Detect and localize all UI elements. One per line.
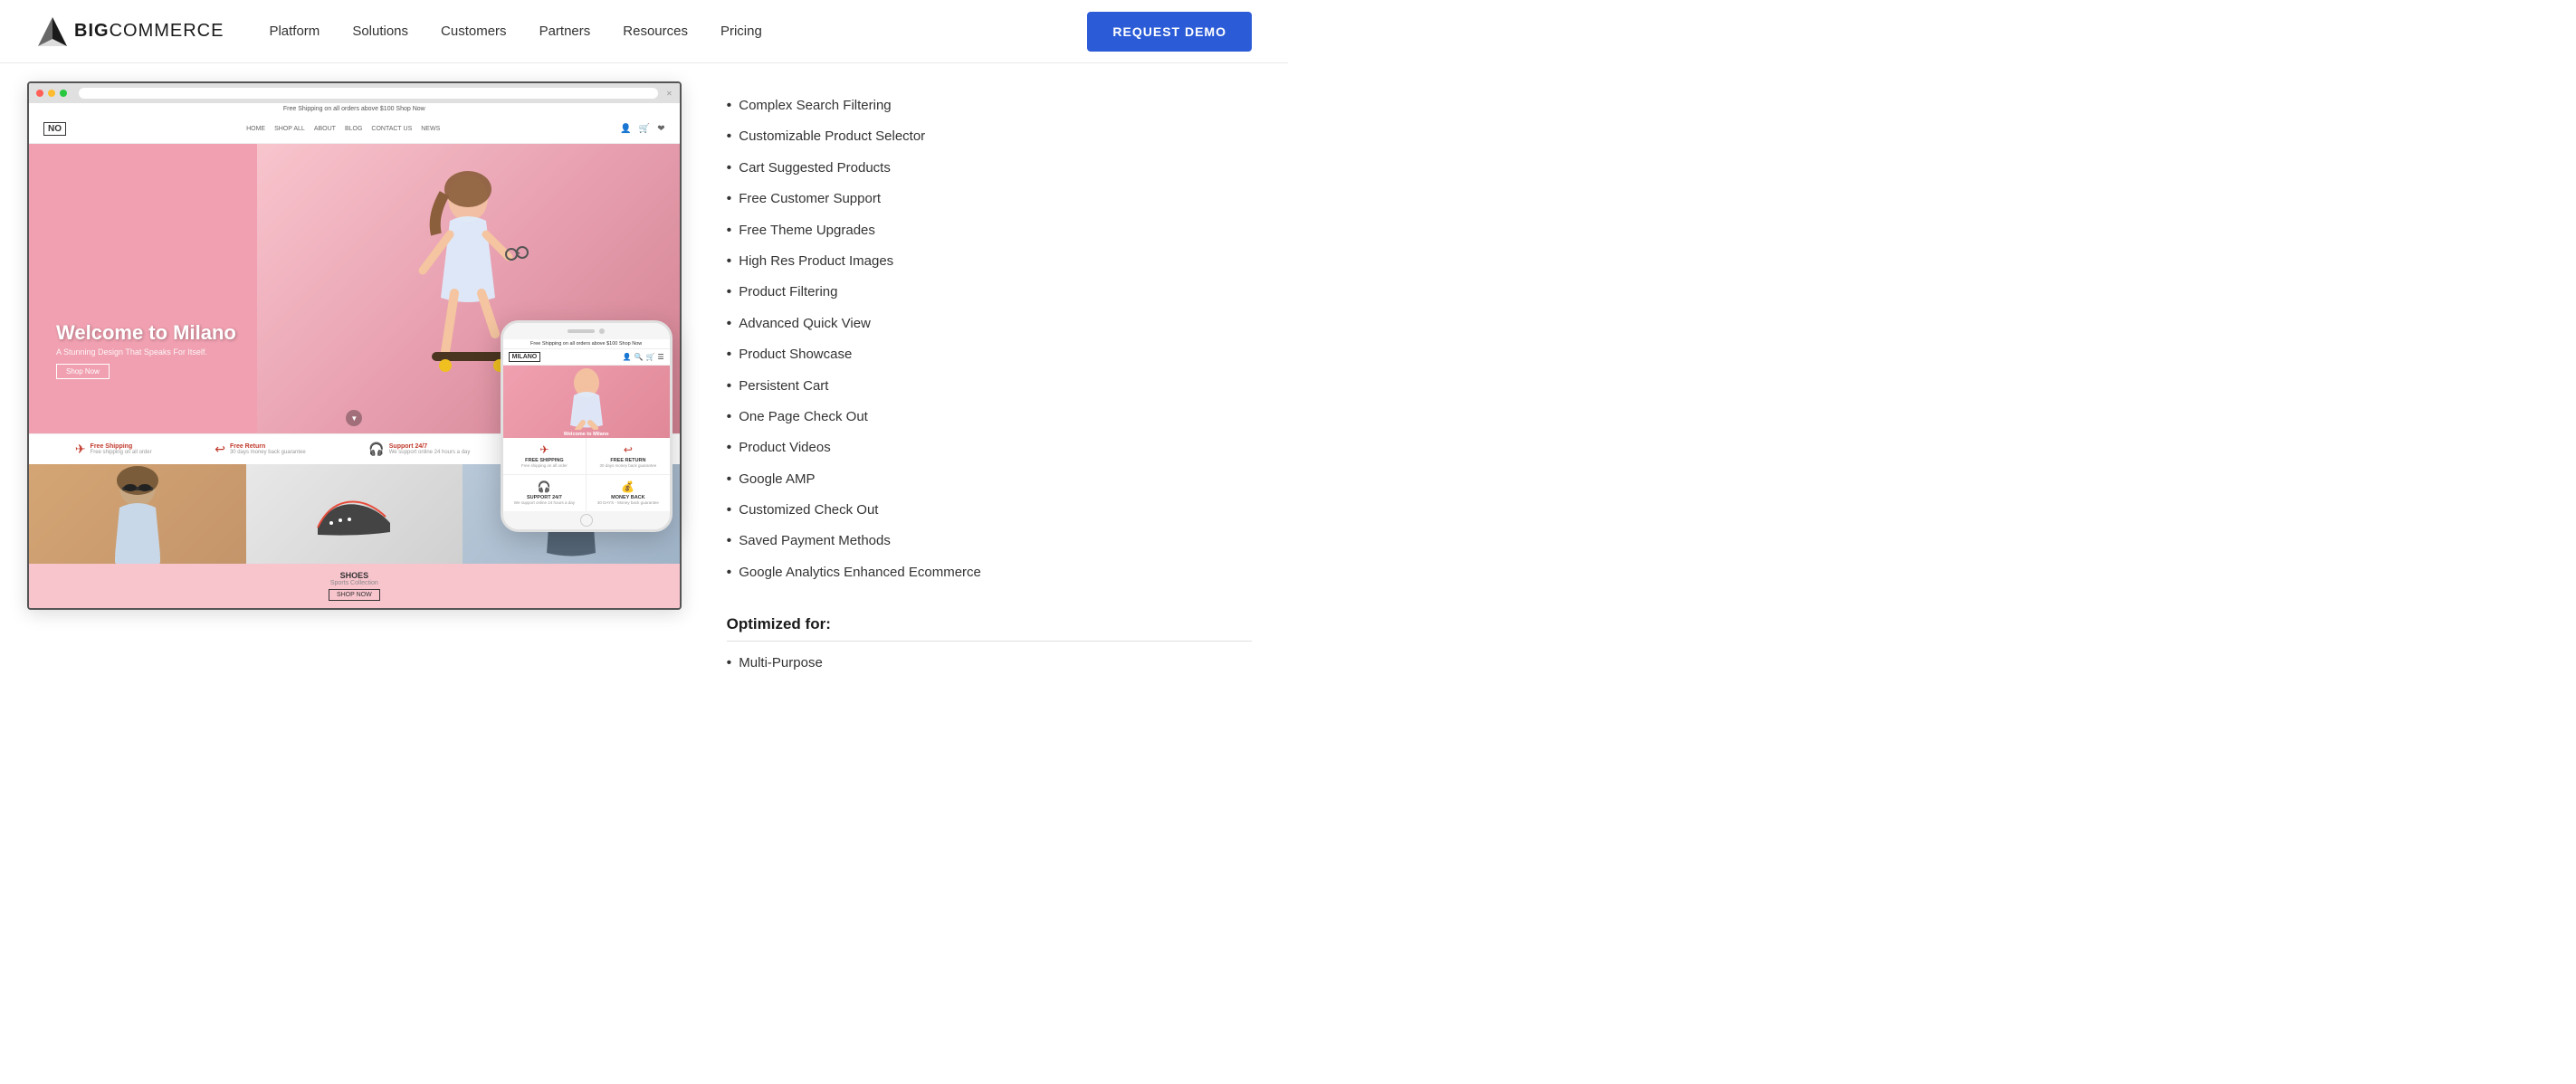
navbar: BIGCOMMERCE Platform Solutions Customers…: [0, 0, 1288, 63]
phone-top: [503, 323, 670, 339]
nav-solutions[interactable]: Solutions: [352, 24, 408, 39]
phone-hero-text: Welcome to Milano: [550, 366, 623, 437]
feature-item-cart-suggested: Cart Suggested Products: [727, 153, 1252, 184]
phone-strip-shipping: ✈ FREE SHIPPING Free shipping on all ord…: [503, 438, 587, 474]
phone-camera: [599, 328, 605, 334]
feature-item-customizable-selector: Customizable Product Selector: [727, 121, 1252, 152]
phone-shipping-icon: ✈: [507, 443, 583, 456]
store-banner: Free Shipping on all orders above $100 S…: [29, 103, 680, 115]
request-demo-button[interactable]: REQUEST DEMO: [1087, 12, 1252, 52]
feature-item-quick-view: Advanced Quick View: [727, 309, 1252, 339]
optimized-section: Optimized for: Multi-Purpose: [727, 615, 1252, 676]
feature-item-saved-payments: Saved Payment Methods: [727, 526, 1252, 556]
phone-strip-support: 🎧 SUPPORT 24/7 We support online 24 hour…: [503, 475, 587, 511]
logo[interactable]: BIGCOMMERCE: [36, 15, 224, 48]
logo-icon: [36, 15, 69, 48]
phone-support-icon: 🎧: [507, 480, 583, 493]
browser-url-bar: [79, 88, 658, 99]
nav-links: Platform Solutions Customers Partners Re…: [269, 24, 1087, 39]
store-hero-title: Welcome to Milano: [56, 322, 236, 344]
cart-icon: 🛒: [639, 124, 650, 134]
feature-item-high-res: High Res Product Images: [727, 246, 1252, 277]
browser-close-btn: ✕: [666, 90, 673, 98]
store-nav-blog: BLOG: [345, 126, 362, 132]
phone-support-sub: We support online 24 hours a day: [507, 500, 583, 506]
browser-bar: ✕: [29, 83, 680, 103]
phone-strip-return: ↩ FREE RETURN 30 days money back guarant…: [587, 438, 670, 474]
optimized-title: Optimized for:: [727, 615, 1252, 642]
phone-home-button: [580, 514, 593, 527]
phone-banner: Free Shipping on all orders above $100 S…: [503, 339, 670, 349]
feature-item-persistent-cart: Persistent Cart: [727, 371, 1252, 402]
feature-item-google-amp: Google AMP: [727, 464, 1252, 495]
store-nav-logo: NO: [43, 122, 66, 136]
shoes-brand: SHOES: [340, 571, 369, 580]
store-hero-button: Shop Now: [56, 364, 110, 379]
optimized-item-multipurpose: Multi-Purpose: [727, 651, 1252, 676]
phone-cart-icon: 🛒: [646, 353, 655, 361]
store-nav-shop: SHOP ALL: [274, 126, 305, 132]
phone-strip: ✈ FREE SHIPPING Free shipping on all ord…: [503, 438, 670, 511]
phone-return-icon: ↩: [590, 443, 666, 456]
user-icon: 👤: [620, 124, 631, 134]
store-nav-links: HOME SHOP ALL ABOUT BLOG CONTACT US NEWS: [246, 126, 440, 132]
browser-minimize-dot: [48, 90, 55, 97]
shoes-label: SHOES Sports Collection SHOP NOW: [246, 564, 463, 608]
right-panel: Complex Search Filtering Customizable Pr…: [709, 81, 1288, 703]
phone-hero: Welcome to Milano: [503, 366, 670, 438]
phone-return-sub: 30 days money back guarantee: [590, 463, 666, 469]
store-hero-subtitle: A Stunning Design That Speaks For Itself…: [56, 347, 236, 357]
feature-item-product-showcase: Product Showcase: [727, 339, 1252, 370]
features-list: Complex Search Filtering Customizable Pr…: [727, 90, 1252, 588]
shoes-shop-btn: SHOP NOW: [329, 589, 380, 601]
phone-hero-label: Welcome to Milano: [550, 432, 623, 437]
phone-nav-icons: 👤 🔍 🛒 ☰: [623, 353, 664, 361]
feature-item-customized-checkout: Customized Check Out: [727, 495, 1252, 526]
main-content: ✕ Free Shipping on all orders above $100…: [0, 63, 1288, 703]
store-nav-contact: CONTACT US: [371, 126, 412, 132]
phone-nav-logo: MILANO: [509, 352, 541, 362]
phone-speaker: [568, 329, 595, 333]
phone-nav: MILANO 👤 🔍 🛒 ☰: [503, 349, 670, 366]
store-nav-home: HOME: [246, 126, 265, 132]
shoes-sub: Sports Collection: [330, 580, 378, 586]
feature-item-product-filtering: Product Filtering: [727, 277, 1252, 308]
browser-expand-dot: [60, 90, 67, 97]
store-nav-news: NEWS: [421, 126, 440, 132]
phone-strip-moneyback: 💰 MONEY BACK 30 DAYS - Money back guaran…: [587, 475, 670, 511]
phone-user-icon: 👤: [623, 353, 632, 361]
feature-item-free-upgrades: Free Theme Upgrades: [727, 215, 1252, 246]
browser-close-dot: [36, 90, 43, 97]
phone-shipping-sub: Free shipping on all order: [507, 463, 583, 469]
store-hero-text: Welcome to Milano A Stunning Design That…: [56, 322, 236, 379]
phone-bottom: [503, 511, 670, 529]
feature-item-one-page-checkout: One Page Check Out: [727, 402, 1252, 433]
nav-platform[interactable]: Platform: [269, 24, 320, 39]
nav-customers[interactable]: Customers: [441, 24, 507, 39]
store-nav-about: ABOUT: [314, 126, 336, 132]
store-nav: NO HOME SHOP ALL ABOUT BLOG CONTACT US N…: [29, 115, 680, 144]
store-nav-icons: 👤 🛒 ❤: [620, 124, 664, 134]
feature-item-product-videos: Product Videos: [727, 433, 1252, 463]
phone-menu-icon: ☰: [657, 353, 663, 361]
feature-item-complex-search: Complex Search Filtering: [727, 90, 1252, 121]
feature-item-google-analytics: Google Analytics Enhanced Ecommerce: [727, 557, 1252, 588]
nav-partners[interactable]: Partners: [539, 24, 591, 39]
phone-hero-svg: [550, 366, 623, 430]
phone-moneyback-icon: 💰: [590, 480, 666, 493]
phone-moneyback-sub: 30 DAYS - Money back guarantee: [590, 500, 666, 506]
mobile-phone: Free Shipping on all orders above $100 S…: [501, 320, 673, 532]
phone-search-icon: 🔍: [634, 353, 644, 361]
nav-pricing[interactable]: Pricing: [720, 24, 762, 39]
left-panel: ✕ Free Shipping on all orders above $100…: [0, 81, 709, 703]
optimized-list: Multi-Purpose: [727, 651, 1252, 676]
wishlist-icon: ❤: [657, 124, 664, 134]
nav-resources[interactable]: Resources: [623, 24, 688, 39]
feature-item-free-support: Free Customer Support: [727, 184, 1252, 214]
logo-text: BIGCOMMERCE: [74, 21, 224, 42]
